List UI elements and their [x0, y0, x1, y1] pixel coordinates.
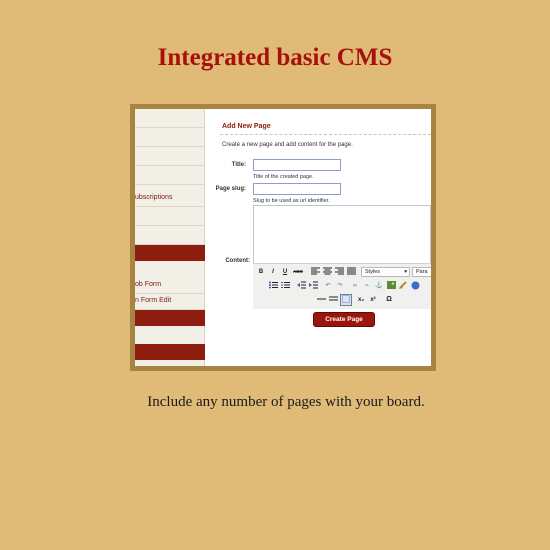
- sidebar: ubscriptions ob Form n Form Edit: [135, 109, 205, 366]
- indent-icon[interactable]: [308, 281, 318, 291]
- link-icon[interactable]: ∞: [350, 281, 360, 291]
- sidebar-item-subscriptions[interactable]: ubscriptions: [135, 188, 205, 207]
- format-select[interactable]: Para: [412, 267, 431, 277]
- outdent-icon[interactable]: [296, 281, 306, 291]
- special-character-icon[interactable]: Ω: [384, 295, 394, 305]
- page-title: Add New Page: [222, 123, 271, 130]
- unlink-icon[interactable]: ⌁: [362, 281, 372, 291]
- sidebar-item[interactable]: [135, 226, 205, 245]
- main-panel: Add New Page Create a new page and add c…: [212, 109, 431, 366]
- underline-icon[interactable]: U: [280, 267, 290, 277]
- bold-icon[interactable]: B: [256, 267, 266, 277]
- sidebar-item[interactable]: [135, 128, 205, 147]
- content-label: Content:: [225, 258, 250, 264]
- title-label: Title:: [231, 162, 246, 168]
- bullet-list-icon[interactable]: [268, 281, 278, 291]
- divider: [220, 134, 431, 135]
- editor-toolbar: B I U ABC Styles ▾ Para ↶ ↷ ∞ ⌁ ⚓ x₂ x² …: [253, 263, 431, 309]
- sidebar-item[interactable]: [135, 147, 205, 166]
- cms-screenshot: ubscriptions ob Form n Form Edit Add New…: [135, 109, 431, 366]
- sidebar-item[interactable]: [135, 166, 205, 185]
- styles-select-value: Styles: [365, 269, 380, 275]
- align-right-icon[interactable]: [334, 267, 344, 277]
- strikethrough-icon[interactable]: ABC: [293, 267, 303, 277]
- italic-icon[interactable]: I: [268, 267, 278, 277]
- sidebar-item[interactable]: [135, 109, 205, 128]
- slug-input[interactable]: [253, 183, 341, 195]
- html-source-icon[interactable]: [410, 281, 420, 291]
- redo-icon[interactable]: ↷: [335, 281, 345, 291]
- superscript-icon[interactable]: x²: [368, 295, 378, 305]
- numbered-list-icon[interactable]: [280, 281, 290, 291]
- sidebar-item-form-edit[interactable]: n Form Edit: [135, 291, 205, 310]
- sidebar-section-header: [135, 344, 205, 360]
- chevron-down-icon: ▾: [404, 269, 407, 275]
- align-left-icon[interactable]: [310, 267, 320, 277]
- undo-icon[interactable]: ↶: [323, 281, 333, 291]
- title-input[interactable]: [253, 159, 341, 171]
- visual-aid-icon[interactable]: [340, 294, 352, 306]
- create-page-button[interactable]: Create Page: [313, 312, 375, 327]
- intro-text: Create a new page and add content for th…: [222, 142, 353, 148]
- image-icon[interactable]: [386, 281, 396, 291]
- sidebar-item[interactable]: [135, 207, 205, 226]
- align-center-icon[interactable]: [322, 267, 332, 277]
- cleanup-icon[interactable]: [398, 281, 408, 291]
- title-hint: Title of the created page.: [253, 174, 314, 180]
- subscript-icon[interactable]: x₂: [356, 295, 366, 305]
- anchor-icon[interactable]: ⚓: [374, 281, 384, 291]
- align-justify-icon[interactable]: [346, 267, 356, 277]
- remove-format-icon[interactable]: [328, 295, 338, 305]
- sidebar-section-header: [135, 245, 205, 261]
- caption: Include any number of pages with your bo…: [147, 394, 425, 410]
- slug-hint: Slug to be used as url identifier.: [253, 198, 330, 204]
- slug-label: Page slug:: [215, 186, 246, 192]
- styles-select[interactable]: Styles ▾: [361, 267, 410, 277]
- headline: Integrated basic CMS: [157, 44, 393, 71]
- horizontal-rule-icon[interactable]: [316, 295, 326, 305]
- sidebar-section-header: [135, 310, 205, 326]
